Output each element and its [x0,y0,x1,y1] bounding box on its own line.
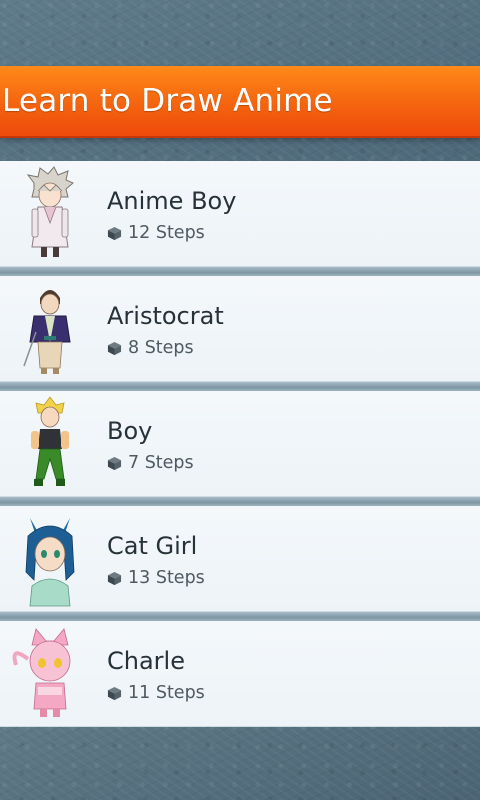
item-title: Charle [107,647,185,675]
item-steps: 11 Steps [107,683,205,703]
cat-girl-thumbnail [25,518,75,607]
item-steps-label: 13 Steps [128,568,205,588]
item-title: Cat Girl [107,532,198,560]
app-title: Learn to Draw Anime [2,83,333,119]
aristocrat-thumbnail [23,290,71,374]
boy-thumbnail [31,396,69,486]
item-steps-label: 11 Steps [128,683,205,703]
list-divider [0,267,480,276]
cube-icon [107,686,122,700]
anime-boy-thumbnail [26,166,74,257]
cube-icon [107,226,122,240]
item-steps: 7 Steps [107,453,194,473]
charle-thumbnail [12,628,71,717]
item-title: Boy [107,417,153,445]
cube-icon [107,341,122,355]
app-header: Learn to Draw Anime [0,66,480,136]
item-steps-label: 12 Steps [128,223,205,243]
list-divider [0,497,480,506]
list-divider [0,612,480,621]
cube-icon [107,456,122,470]
list-item[interactable]: Anime Boy 12 Steps [0,161,480,267]
item-steps-label: 8 Steps [128,338,194,358]
list-item[interactable]: Charle 11 Steps [0,621,480,727]
list-item[interactable]: Cat Girl 13 Steps [0,506,480,612]
item-steps: 13 Steps [107,568,205,588]
item-steps: 12 Steps [107,223,205,243]
item-title: Anime Boy [107,187,237,215]
item-steps: 8 Steps [107,338,194,358]
item-steps-label: 7 Steps [128,453,194,473]
item-title: Aristocrat [107,302,224,330]
list-item[interactable]: Aristocrat 8 Steps [0,276,480,382]
cube-icon [107,571,122,585]
list-divider [0,382,480,391]
tutorial-list: Anime Boy 12 Steps Aristocrat 8 Steps Bo… [0,161,480,727]
list-item[interactable]: Boy 7 Steps [0,391,480,497]
